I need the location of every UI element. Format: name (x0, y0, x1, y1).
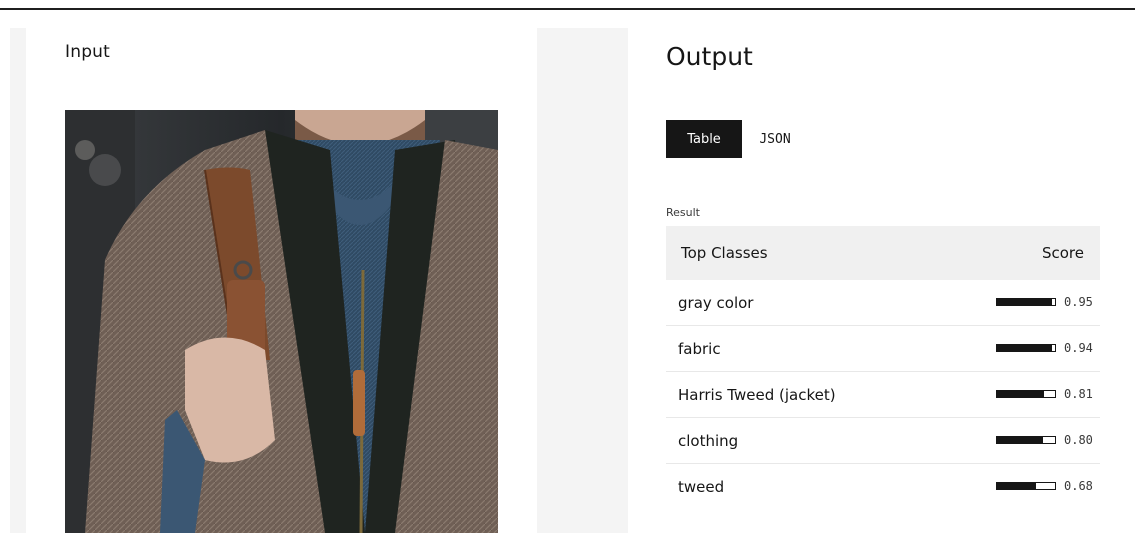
output-title: Output (666, 42, 753, 71)
class-label: fabric (678, 340, 721, 358)
score-bar (996, 436, 1056, 444)
result-label: Result (666, 206, 700, 219)
score-bar (996, 482, 1056, 490)
class-label: gray color (678, 294, 754, 312)
score-bar (996, 298, 1056, 306)
input-image (65, 110, 498, 533)
score-bar-fill (997, 345, 1052, 351)
table-row: fabric 0.94 (666, 326, 1100, 372)
table-row: clothing 0.80 (666, 418, 1100, 464)
table-row: tweed 0.68 (666, 464, 1100, 510)
top-divider (0, 8, 1135, 10)
score-value: 0.94 (1064, 341, 1093, 355)
left-gutter (10, 28, 26, 533)
score-value: 0.68 (1064, 479, 1093, 493)
table-header: Top Classes Score (666, 226, 1100, 280)
score-value: 0.81 (1064, 387, 1093, 401)
class-label: Harris Tweed (jacket) (678, 386, 836, 404)
score-bar-fill (997, 391, 1044, 397)
input-title: Input (65, 42, 111, 62)
score-value: 0.95 (1064, 295, 1093, 309)
table-row: gray color 0.95 (666, 280, 1100, 326)
column-header-score: Score (1041, 244, 1084, 262)
class-label: tweed (678, 478, 725, 496)
column-header-top-classes: Top Classes (681, 244, 768, 262)
score-bar-fill (997, 299, 1053, 305)
class-label: clothing (678, 432, 739, 450)
score-value: 0.80 (1064, 433, 1093, 447)
tab-json[interactable]: JSON (745, 120, 805, 158)
table-row: Harris Tweed (jacket) 0.81 (666, 372, 1100, 418)
score-bar (996, 344, 1056, 352)
results-table-body: gray color 0.95 fabric 0.94 Harris Tweed… (666, 280, 1100, 510)
score-bar-fill (997, 437, 1044, 443)
score-bar (996, 390, 1056, 398)
score-bar-fill (997, 483, 1037, 489)
tab-table[interactable]: Table (666, 120, 742, 158)
center-gutter (537, 28, 628, 533)
